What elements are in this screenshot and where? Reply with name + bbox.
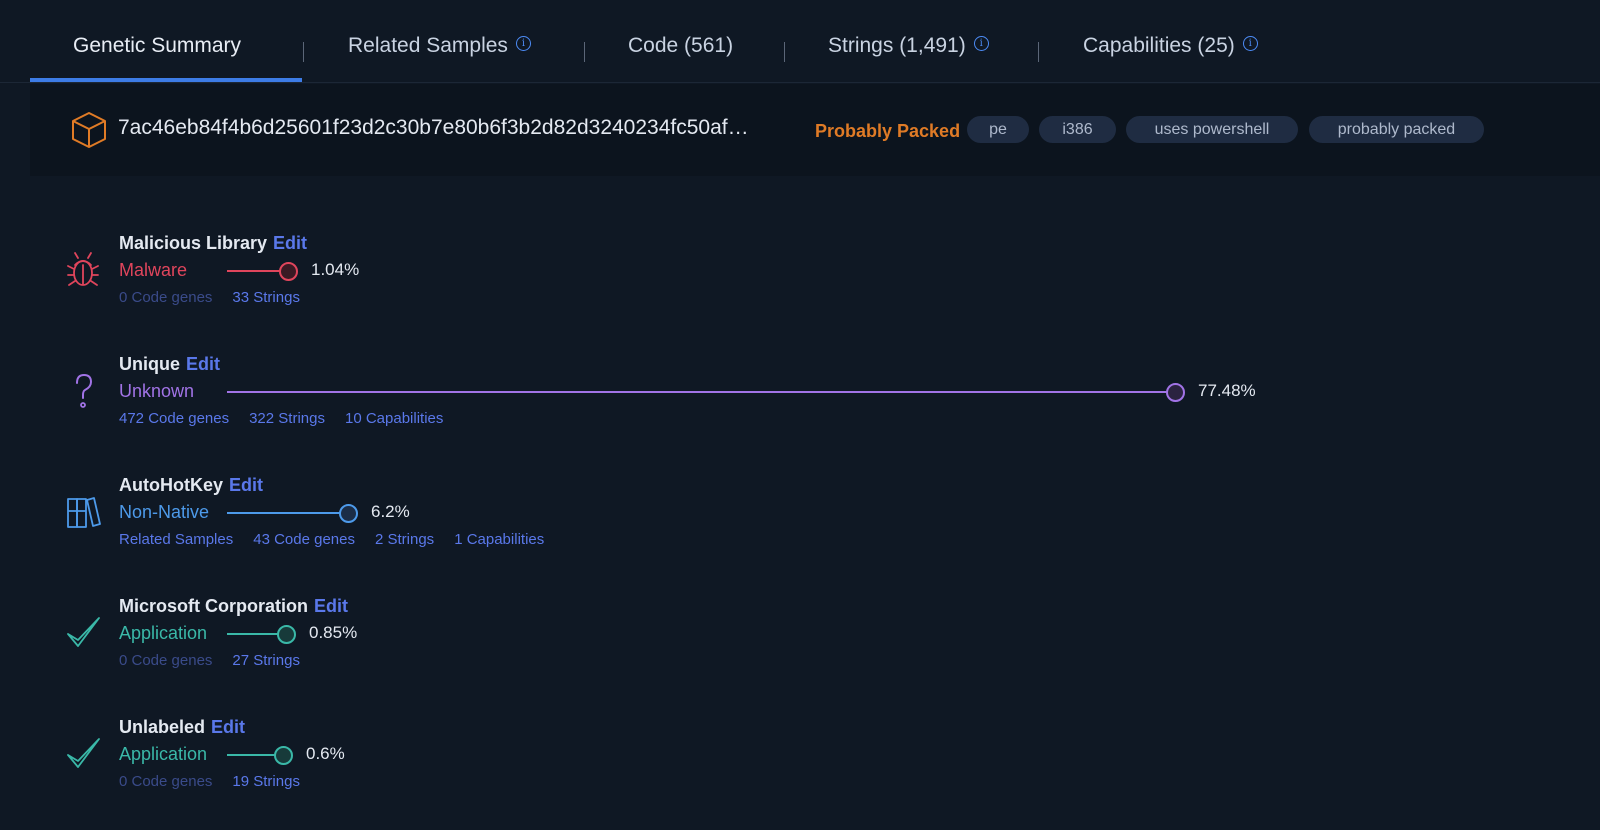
percentage-track: [227, 391, 1167, 393]
percentage-value: 77.48%: [1198, 381, 1256, 400]
tab-bar: Genetic Summary Related Samples i Code (5…: [0, 0, 1600, 83]
tab-separator: [303, 42, 304, 62]
family-links: 0 Code genes 27 Strings: [119, 652, 320, 669]
family-row-autohotkey: AutoHotKey Edit Non-Native 6.2% Related S…: [0, 475, 1600, 565]
code-genes-link[interactable]: 0 Code genes: [119, 773, 212, 790]
edit-link[interactable]: Edit: [314, 596, 348, 616]
tag-pe[interactable]: pe: [967, 116, 1029, 143]
percentage-knob: [277, 625, 296, 644]
family-name: Microsoft Corporation: [119, 596, 308, 616]
tab-separator: [584, 42, 585, 62]
info-icon[interactable]: i: [973, 36, 989, 51]
info-icon[interactable]: i: [1242, 36, 1258, 51]
family-title: Malicious Library Edit: [119, 233, 307, 254]
strings-link[interactable]: 322 Strings: [249, 410, 325, 427]
tag-i386[interactable]: i386: [1039, 116, 1116, 143]
percentage-track: [227, 270, 284, 272]
tab-related-samples[interactable]: Related Samples i: [348, 34, 531, 66]
family-row-unlabeled: Unlabeled Edit Application 0.6% 0 Code ge…: [0, 717, 1600, 807]
strings-link[interactable]: 33 Strings: [232, 289, 300, 306]
tab-label: Code (561): [628, 34, 734, 57]
percentage-value: 0.6%: [306, 744, 345, 763]
tab-code[interactable]: Code (561): [628, 34, 733, 66]
percentage-knob: [1166, 383, 1185, 402]
family-row-malicious-library: Malicious Library Edit Malware 1.04% 0 Co…: [0, 233, 1600, 323]
code-genes-link[interactable]: 472 Code genes: [119, 410, 229, 427]
percentage-knob: [339, 504, 358, 523]
classification-label: Application: [119, 744, 208, 764]
question-icon: [76, 373, 93, 408]
percentage-value: 1.04%: [311, 260, 360, 279]
percentage-value: 0.85%: [309, 623, 358, 642]
strings-link[interactable]: 27 Strings: [232, 652, 300, 669]
classification-label: Unknown: [119, 381, 195, 401]
percentage-knob: [279, 262, 298, 281]
capabilities-link[interactable]: 10 Capabilities: [345, 410, 443, 427]
percentage-value: 6.2%: [371, 502, 410, 521]
edit-link[interactable]: Edit: [229, 475, 263, 495]
family-row-microsoft-corporation: Microsoft Corporation Edit Application 0.…: [0, 596, 1600, 686]
bug-icon: [67, 252, 99, 286]
info-icon[interactable]: i: [515, 36, 531, 51]
classification-label: Application: [119, 623, 208, 643]
family-row-unique: Unique Edit Unknown 77.48% 472 Code genes…: [0, 354, 1600, 444]
library-icon: [67, 497, 101, 528]
strings-link[interactable]: 2 Strings: [375, 531, 434, 548]
active-tab-indicator: [30, 78, 302, 82]
tab-strings[interactable]: Strings (1,491) i: [828, 34, 989, 66]
strings-link[interactable]: 19 Strings: [232, 773, 300, 790]
edit-link[interactable]: Edit: [211, 717, 245, 737]
tab-label: Related Samples: [348, 34, 508, 57]
tab-separator: [784, 42, 785, 62]
package-cube-icon: [72, 112, 106, 148]
percentage-knob: [274, 746, 293, 765]
edit-link[interactable]: Edit: [273, 233, 307, 253]
sample-hash[interactable]: 7ac46eb84f4b6d25601f23d2c30b7e80b6f3b2d8…: [118, 116, 749, 140]
percentage-track: [227, 754, 278, 756]
family-links: 0 Code genes 33 Strings: [119, 289, 320, 306]
percentage-track: [227, 633, 281, 635]
related-samples-link[interactable]: Related Samples: [119, 531, 233, 548]
family-name: Malicious Library: [119, 233, 268, 253]
sample-header: 7ac46eb84f4b6d25601f23d2c30b7e80b6f3b2d8…: [30, 84, 1600, 176]
checkmark-icon: [67, 617, 100, 647]
tab-label: Capabilities (25): [1083, 34, 1235, 57]
family-links: 472 Code genes 322 Strings 10 Capabilities: [119, 410, 463, 427]
family-title: Microsoft Corporation Edit: [119, 596, 348, 617]
tag-uses-powershell[interactable]: uses powershell: [1126, 116, 1298, 143]
tab-capabilities[interactable]: Capabilities (25) i: [1083, 34, 1258, 66]
percentage-track: [227, 512, 340, 514]
family-links: Related Samples 43 Code genes 2 Strings 1 C…: [119, 531, 564, 548]
family-name: Unique: [119, 354, 180, 374]
family-title: Unlabeled Edit: [119, 717, 245, 738]
family-name: AutoHotKey: [119, 475, 223, 495]
code-genes-link[interactable]: 43 Code genes: [253, 531, 355, 548]
family-title: AutoHotKey Edit: [119, 475, 263, 496]
code-genes-link[interactable]: 0 Code genes: [119, 289, 212, 306]
tab-label: Strings (1,491): [828, 34, 966, 57]
tab-genetic-summary[interactable]: Genetic Summary: [73, 34, 241, 66]
packed-status: Probably Packed: [815, 121, 961, 141]
edit-link[interactable]: Edit: [186, 354, 220, 374]
family-links: 0 Code genes 19 Strings: [119, 773, 320, 790]
tab-label: Genetic Summary: [73, 34, 242, 57]
tag-probably-packed[interactable]: probably packed: [1309, 116, 1484, 143]
tab-separator: [1038, 42, 1039, 62]
capabilities-link[interactable]: 1 Capabilities: [454, 531, 544, 548]
family-title: Unique Edit: [119, 354, 220, 375]
classification-label: Non-Native: [119, 502, 210, 522]
family-name: Unlabeled: [119, 717, 206, 737]
code-genes-link[interactable]: 0 Code genes: [119, 652, 212, 669]
classification-label: Malware: [119, 260, 188, 280]
checkmark-icon: [67, 738, 100, 768]
